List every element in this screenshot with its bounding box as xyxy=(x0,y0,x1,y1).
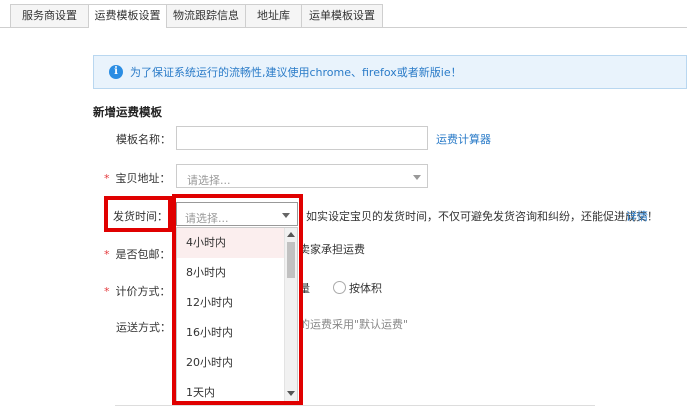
tab-provider-settings[interactable]: 服务商设置 xyxy=(10,4,89,27)
address-select[interactable]: 请选择... xyxy=(176,164,428,188)
freight-calculator-link[interactable]: 运费计算器 xyxy=(436,131,491,147)
tab-address-book[interactable]: 地址库 xyxy=(245,4,302,27)
pricing-label-text: 计价方式： xyxy=(115,285,171,298)
pricing-label: * 计价方式： xyxy=(104,283,171,299)
tab-waybill-template-settings[interactable]: 运单模板设置 xyxy=(301,4,383,27)
address-placeholder: 请选择... xyxy=(187,174,231,187)
delivery-time-details-link[interactable]: 详情 xyxy=(626,208,648,224)
required-mark: * xyxy=(104,172,110,185)
info-icon: i xyxy=(109,65,123,79)
form-title: 新增运费模板 xyxy=(93,105,162,119)
tab-bar: 服务商设置 运费模板设置 物流跟踪信息 地址库 运单模板设置 xyxy=(0,0,687,28)
free-shipping-label-text: 是否包邮： xyxy=(115,248,171,261)
chevron-down-icon xyxy=(413,175,421,180)
template-name-label: 模板名称： xyxy=(116,133,171,146)
template-name-input[interactable] xyxy=(176,126,428,150)
seller-pays-option-label: 卖家承担运费 xyxy=(299,243,365,256)
required-mark: * xyxy=(104,285,110,298)
tab-logistics-tracking[interactable]: 物流跟踪信息 xyxy=(166,4,246,27)
highlight-box-dropdown xyxy=(172,194,303,405)
required-mark: * xyxy=(104,248,110,261)
divider xyxy=(115,405,595,406)
notice-text: 为了保证系统运行的流畅性,建议使用chrome、firefox或者新版ie！ xyxy=(130,66,462,79)
shipping-method-label: 运送方式： xyxy=(116,321,171,334)
volume-radio[interactable] xyxy=(333,281,346,294)
tab-freight-template-settings[interactable]: 运费模板设置 xyxy=(88,4,167,28)
highlight-box-label xyxy=(104,196,172,232)
shipping-default-hint: 的运费采用"默认运费" xyxy=(299,318,409,331)
delivery-time-hint: 如实设定宝贝的发货时间，不仅可避免发货咨询和纠纷，还能促进成交！ xyxy=(306,210,658,223)
browser-notice: i 为了保证系统运行的流畅性,建议使用chrome、firefox或者新版ie！ xyxy=(93,55,687,89)
volume-option-label: 按体积 xyxy=(349,282,382,295)
address-label-text: 宝贝地址： xyxy=(115,172,171,185)
free-shipping-label: * 是否包邮： xyxy=(104,246,171,262)
address-label: * 宝贝地址： xyxy=(104,170,171,186)
